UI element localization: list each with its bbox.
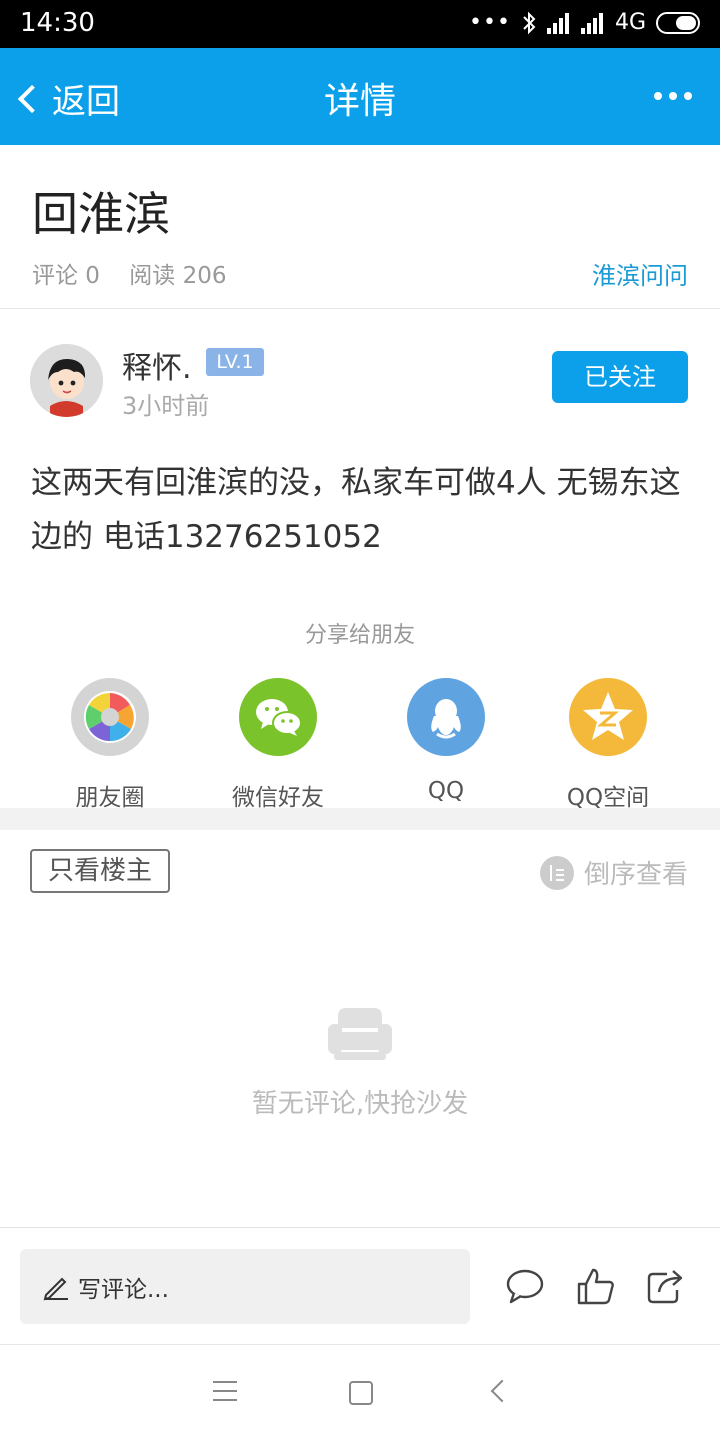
divider bbox=[0, 308, 720, 309]
qq-icon bbox=[407, 678, 485, 756]
dot-icon bbox=[654, 92, 662, 100]
reverse-order-button[interactable]: 倒序查看 bbox=[539, 854, 688, 891]
post-title: 回淮滨 bbox=[32, 187, 170, 241]
battery-icon bbox=[656, 11, 700, 34]
sofa-icon bbox=[328, 1008, 392, 1060]
share-wechat-label: 微信好友 bbox=[232, 785, 324, 811]
moments-icon bbox=[71, 678, 149, 756]
author-name[interactable]: 释怀. bbox=[122, 343, 192, 387]
like-icon[interactable] bbox=[576, 1266, 616, 1306]
pencil-icon bbox=[43, 1277, 68, 1300]
menu-icon[interactable] bbox=[213, 1381, 237, 1401]
comment-placeholder: 写评论... bbox=[78, 1276, 169, 1303]
level-badge: LV.1 bbox=[206, 348, 264, 376]
comment-input[interactable]: 写评论... bbox=[20, 1249, 470, 1324]
network-type: 4G bbox=[614, 10, 646, 35]
share-qzone-label: QQ空间 bbox=[566, 785, 650, 811]
share-qzone-button[interactable]: QQ空间 bbox=[528, 678, 688, 812]
empty-comments-text: 暂无评论,快抢沙发 bbox=[251, 1089, 469, 1119]
status-icons: ••• 4G bbox=[469, 10, 700, 35]
divider bbox=[0, 1227, 720, 1228]
comment-count: 评论 0 bbox=[32, 263, 100, 289]
share-icon[interactable] bbox=[645, 1266, 685, 1306]
system-nav-bar bbox=[0, 1345, 720, 1440]
post-content: 这两天有回淮滨的没，私家车可做4人 无锡东这边的 电话13276251052 bbox=[31, 465, 681, 555]
section-separator bbox=[0, 808, 720, 830]
home-icon[interactable] bbox=[349, 1381, 373, 1405]
share-wechat-button[interactable]: 微信好友 bbox=[198, 678, 358, 812]
category-link[interactable]: 淮滨问问 bbox=[592, 256, 688, 291]
status-time: 14:30 bbox=[20, 8, 95, 38]
only-owner-button[interactable]: 只看楼主 bbox=[30, 849, 170, 893]
share-moments-label: 朋友圈 bbox=[75, 785, 145, 811]
avatar[interactable] bbox=[30, 344, 103, 417]
back-nav-icon[interactable] bbox=[490, 1379, 514, 1403]
share-moments-button[interactable]: 朋友圈 bbox=[30, 678, 190, 812]
share-title: 分享给朋友 bbox=[304, 623, 415, 648]
share-qq-button[interactable]: QQ bbox=[366, 678, 526, 804]
signal-icon-2 bbox=[580, 12, 605, 34]
status-bar: 14:30 ••• 4G bbox=[0, 0, 720, 48]
sort-icon bbox=[539, 855, 574, 890]
bluetooth-icon bbox=[523, 11, 536, 34]
reverse-order-label: 倒序查看 bbox=[583, 860, 688, 890]
signal-icon-1 bbox=[546, 12, 571, 34]
wechat-icon bbox=[239, 678, 317, 756]
dot-icon bbox=[669, 92, 677, 100]
top-nav-bar: 返回 详情 bbox=[0, 48, 720, 145]
qzone-icon bbox=[569, 678, 647, 756]
avatar-image bbox=[30, 344, 103, 417]
page-title: 详情 bbox=[323, 81, 396, 122]
read-count: 阅读 206 bbox=[129, 263, 227, 289]
share-qq-label: QQ bbox=[427, 778, 465, 804]
post-time: 3小时前 bbox=[122, 392, 210, 420]
comment-icon[interactable] bbox=[505, 1266, 545, 1306]
dot-icon bbox=[684, 92, 692, 100]
post-meta: 评论 0 阅读 206 bbox=[32, 256, 248, 290]
more-options-button[interactable] bbox=[654, 92, 692, 100]
more-dots-icon: ••• bbox=[469, 10, 511, 35]
follow-button[interactable]: 已关注 bbox=[552, 351, 688, 403]
